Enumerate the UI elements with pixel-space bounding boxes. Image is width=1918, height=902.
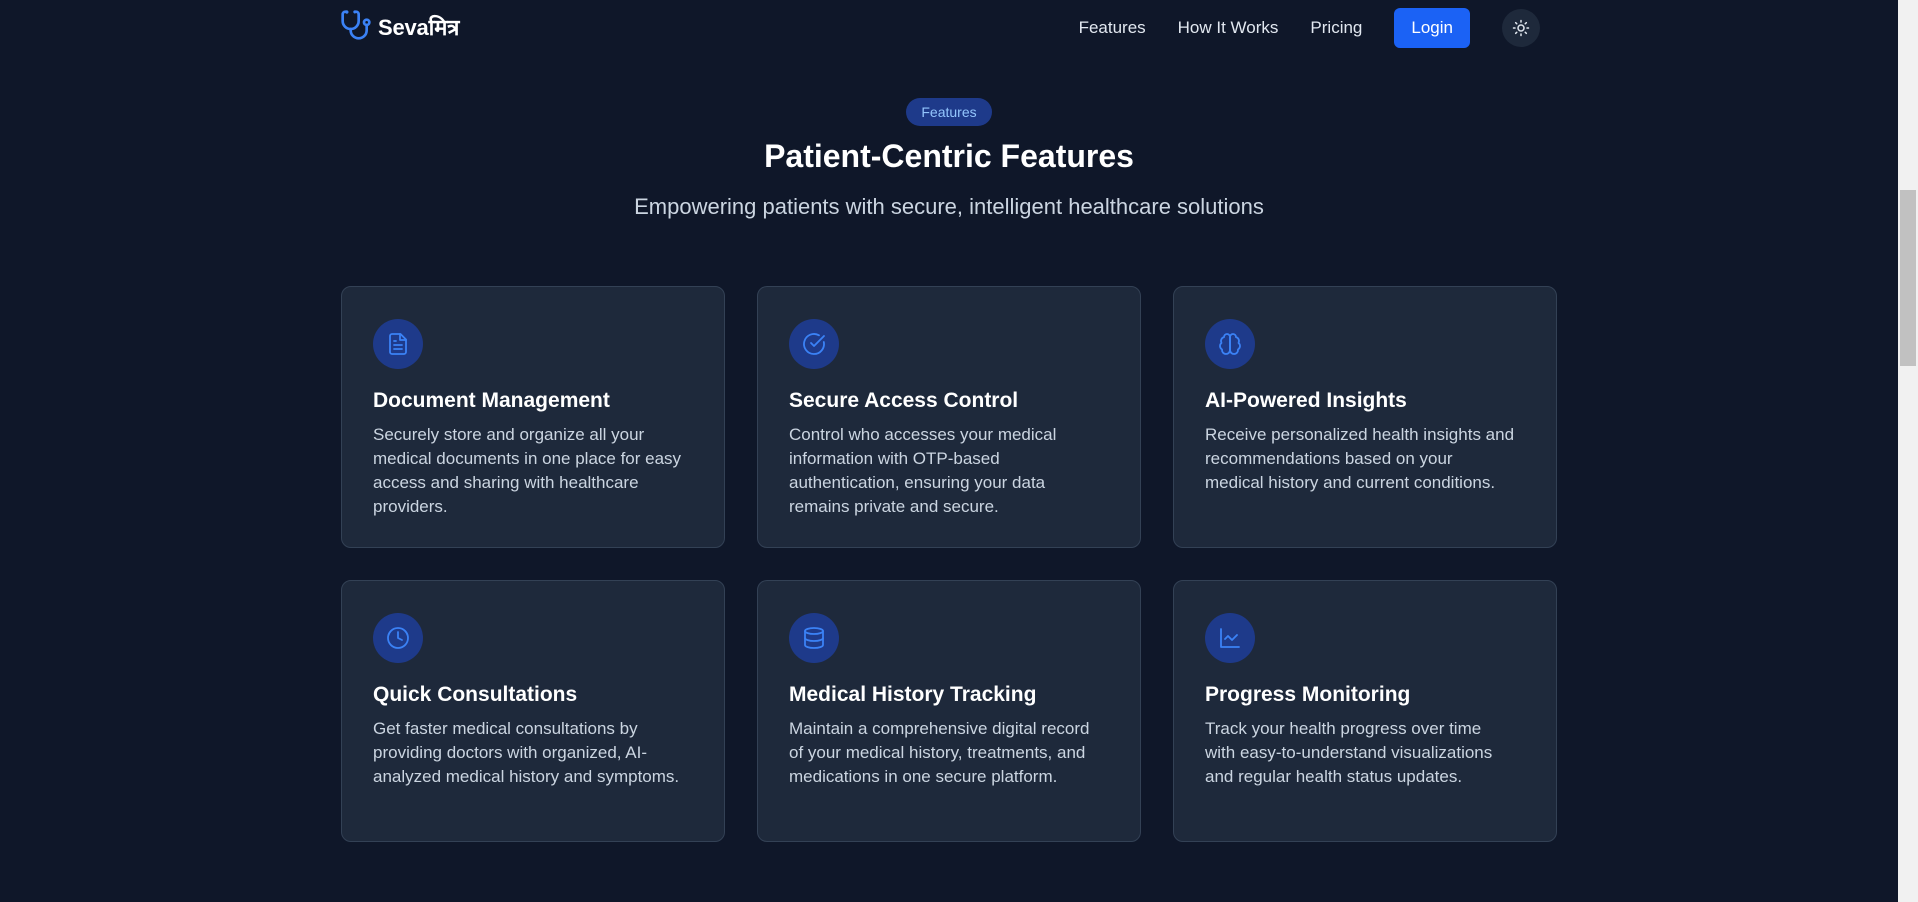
navbar: Sevaमित्र Features How It Works Pricing … — [0, 0, 1898, 56]
card-title: Secure Access Control — [789, 389, 1019, 412]
database-icon — [789, 613, 839, 663]
section-subtitle: Empowering patients with secure, intelli… — [634, 194, 1264, 219]
feature-card-document-management: Document Management Securely store and o… — [341, 286, 725, 548]
feature-card-secure-access-control: Secure Access Control Control who access… — [757, 286, 1141, 548]
line-chart-icon — [1205, 613, 1255, 663]
clock-icon — [373, 613, 423, 663]
page-scrollbar[interactable] — [1898, 0, 1918, 902]
card-title: Quick Consultations — [373, 683, 578, 706]
scrollbar-thumb[interactable] — [1900, 190, 1916, 366]
card-description: Maintain a comprehensive digital record … — [789, 719, 1090, 786]
feature-card-ai-powered-insights: AI-Powered Insights Receive personalized… — [1173, 286, 1557, 548]
feature-card-quick-consultations: Quick Consultations Get faster medical c… — [341, 580, 725, 842]
card-description: Track your health progress over time wit… — [1205, 719, 1493, 786]
sun-icon — [1512, 19, 1530, 37]
card-title: Progress Monitoring — [1205, 683, 1411, 706]
nav-link-pricing[interactable]: Pricing — [1310, 18, 1362, 38]
feature-card-medical-history-tracking: Medical History Tracking Maintain a comp… — [757, 580, 1141, 842]
brain-icon — [1205, 319, 1255, 369]
document-icon — [373, 319, 423, 369]
stethoscope-icon — [340, 9, 372, 46]
check-circle-icon — [789, 319, 839, 369]
card-description: Receive personalized health insights and… — [1205, 425, 1515, 492]
nav-link-features[interactable]: Features — [1079, 18, 1146, 38]
card-description: Control who accesses your medical inform… — [789, 425, 1057, 516]
card-title: Medical History Tracking — [789, 683, 1037, 706]
nav-links: Features How It Works Pricing Login — [1079, 8, 1540, 48]
section-badge: Features — [906, 98, 992, 126]
brand-name: Sevaमित्र — [378, 15, 460, 40]
card-title: AI-Powered Insights — [1205, 389, 1407, 412]
feature-card-progress-monitoring: Progress Monitoring Track your health pr… — [1173, 580, 1557, 842]
nav-link-how-it-works[interactable]: How It Works — [1178, 18, 1279, 38]
login-button[interactable]: Login — [1394, 8, 1470, 48]
card-description: Securely store and organize all your med… — [373, 425, 682, 516]
theme-toggle-button[interactable] — [1502, 9, 1540, 47]
brand-logo[interactable]: Sevaमित्र — [340, 9, 460, 46]
section-title: Patient-Centric Features — [764, 138, 1134, 174]
card-description: Get faster medical consultations by prov… — [373, 719, 680, 786]
card-title: Document Management — [373, 389, 610, 412]
